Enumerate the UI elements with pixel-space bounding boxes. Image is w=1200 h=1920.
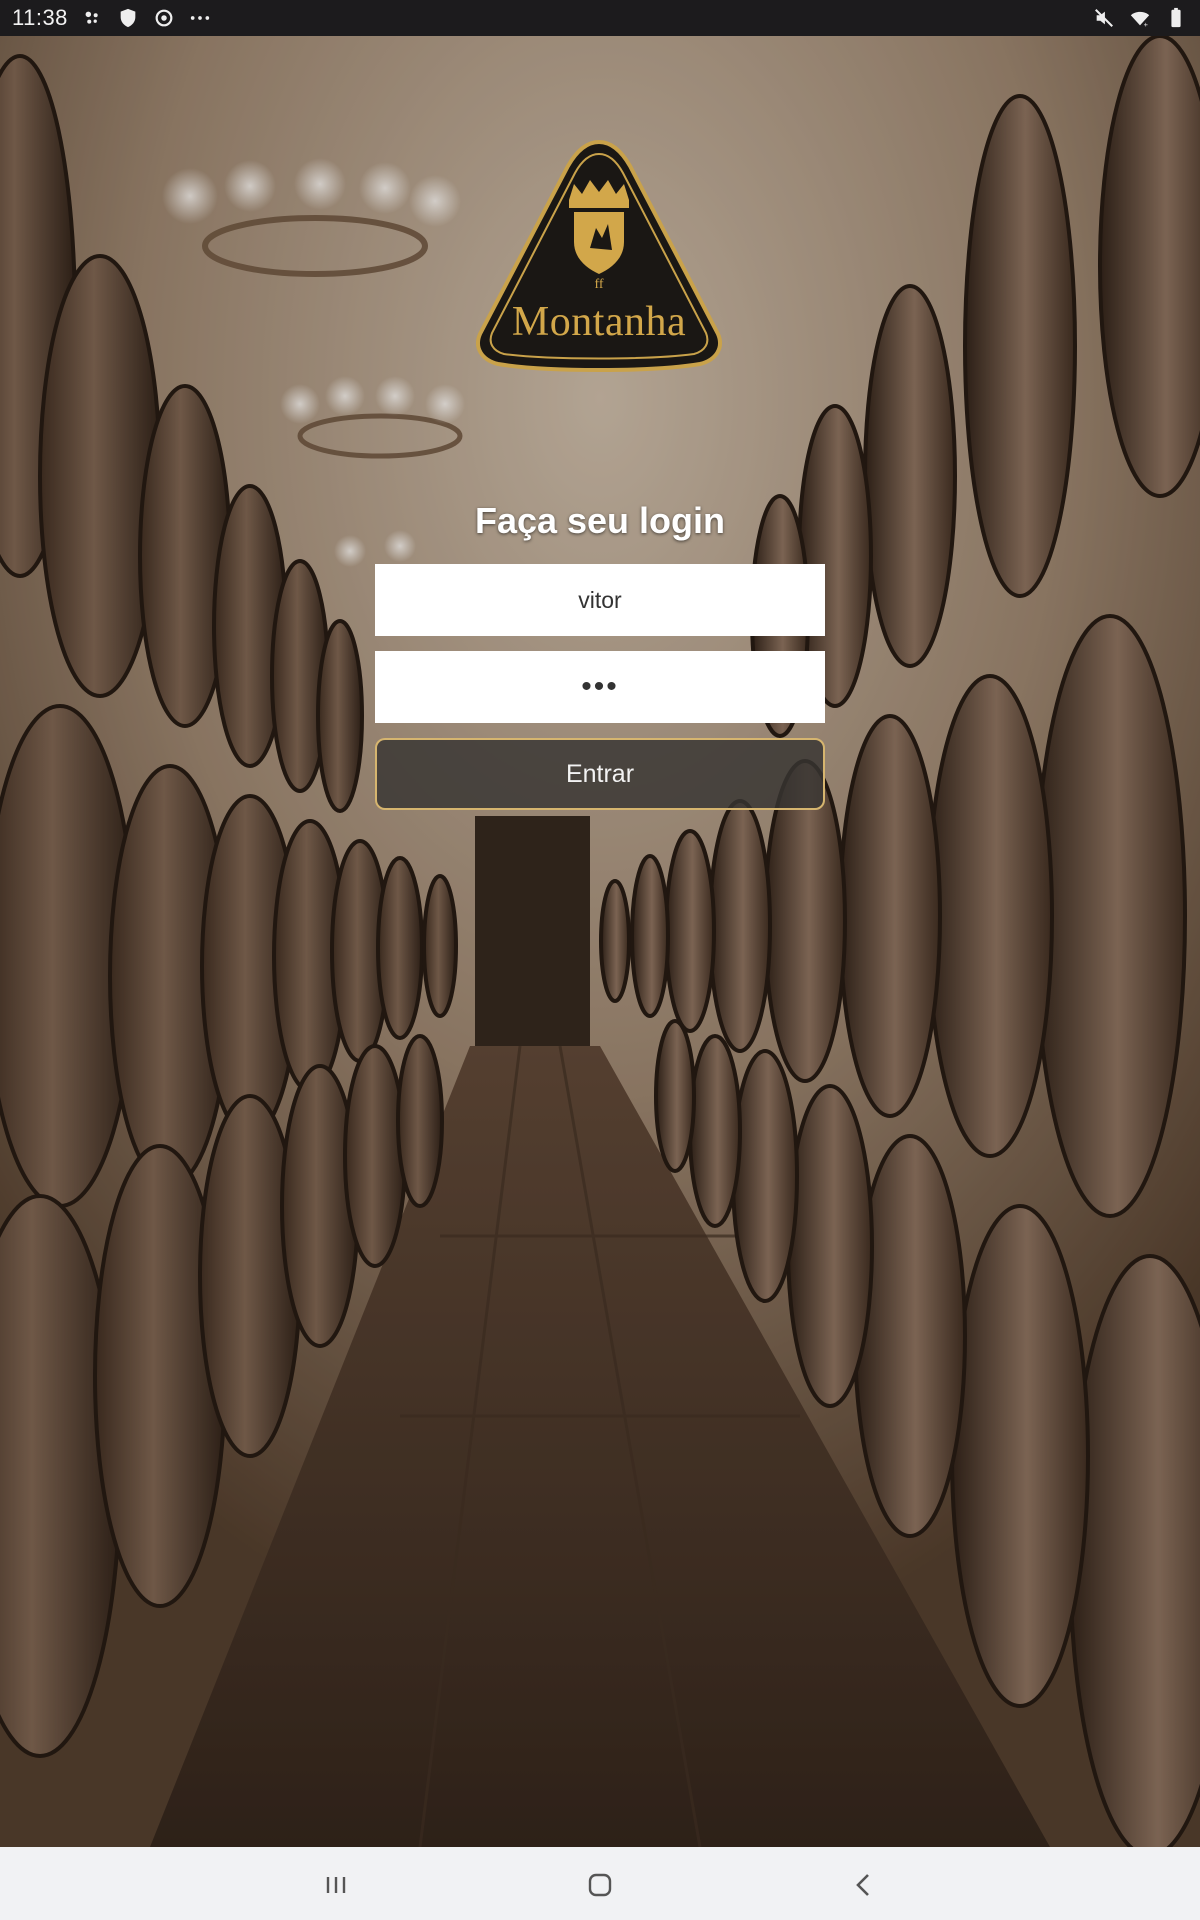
status-clock: 11:38 [12,5,68,30]
slack-icon [80,6,104,30]
battery-icon [1164,6,1188,30]
status-right: + [1092,6,1188,30]
brand-name: Montanha [511,299,687,345]
sync-icon [152,6,176,30]
svg-text:ff: ff [594,277,603,292]
enter-button[interactable]: Entrar [375,738,825,810]
system-nav-bar [0,1847,1200,1920]
status-bar: 11:38 + [0,0,1200,36]
enter-button-label: Entrar [565,759,635,788]
svg-text:+: + [1144,20,1148,29]
mute-icon [1092,6,1116,30]
home-icon[interactable] [580,1865,620,1905]
wifi-icon: + [1128,6,1152,30]
password-field[interactable] [375,651,825,723]
more-dots-icon [188,6,212,30]
login-title: Faça seu login [474,500,726,541]
shield-icon [116,6,140,30]
back-icon[interactable] [844,1865,884,1905]
recent-apps-icon[interactable] [316,1865,356,1905]
username-field[interactable] [375,564,825,636]
status-left: 11:38 [12,5,212,31]
montanha-logo: ff Montanha [472,138,726,372]
